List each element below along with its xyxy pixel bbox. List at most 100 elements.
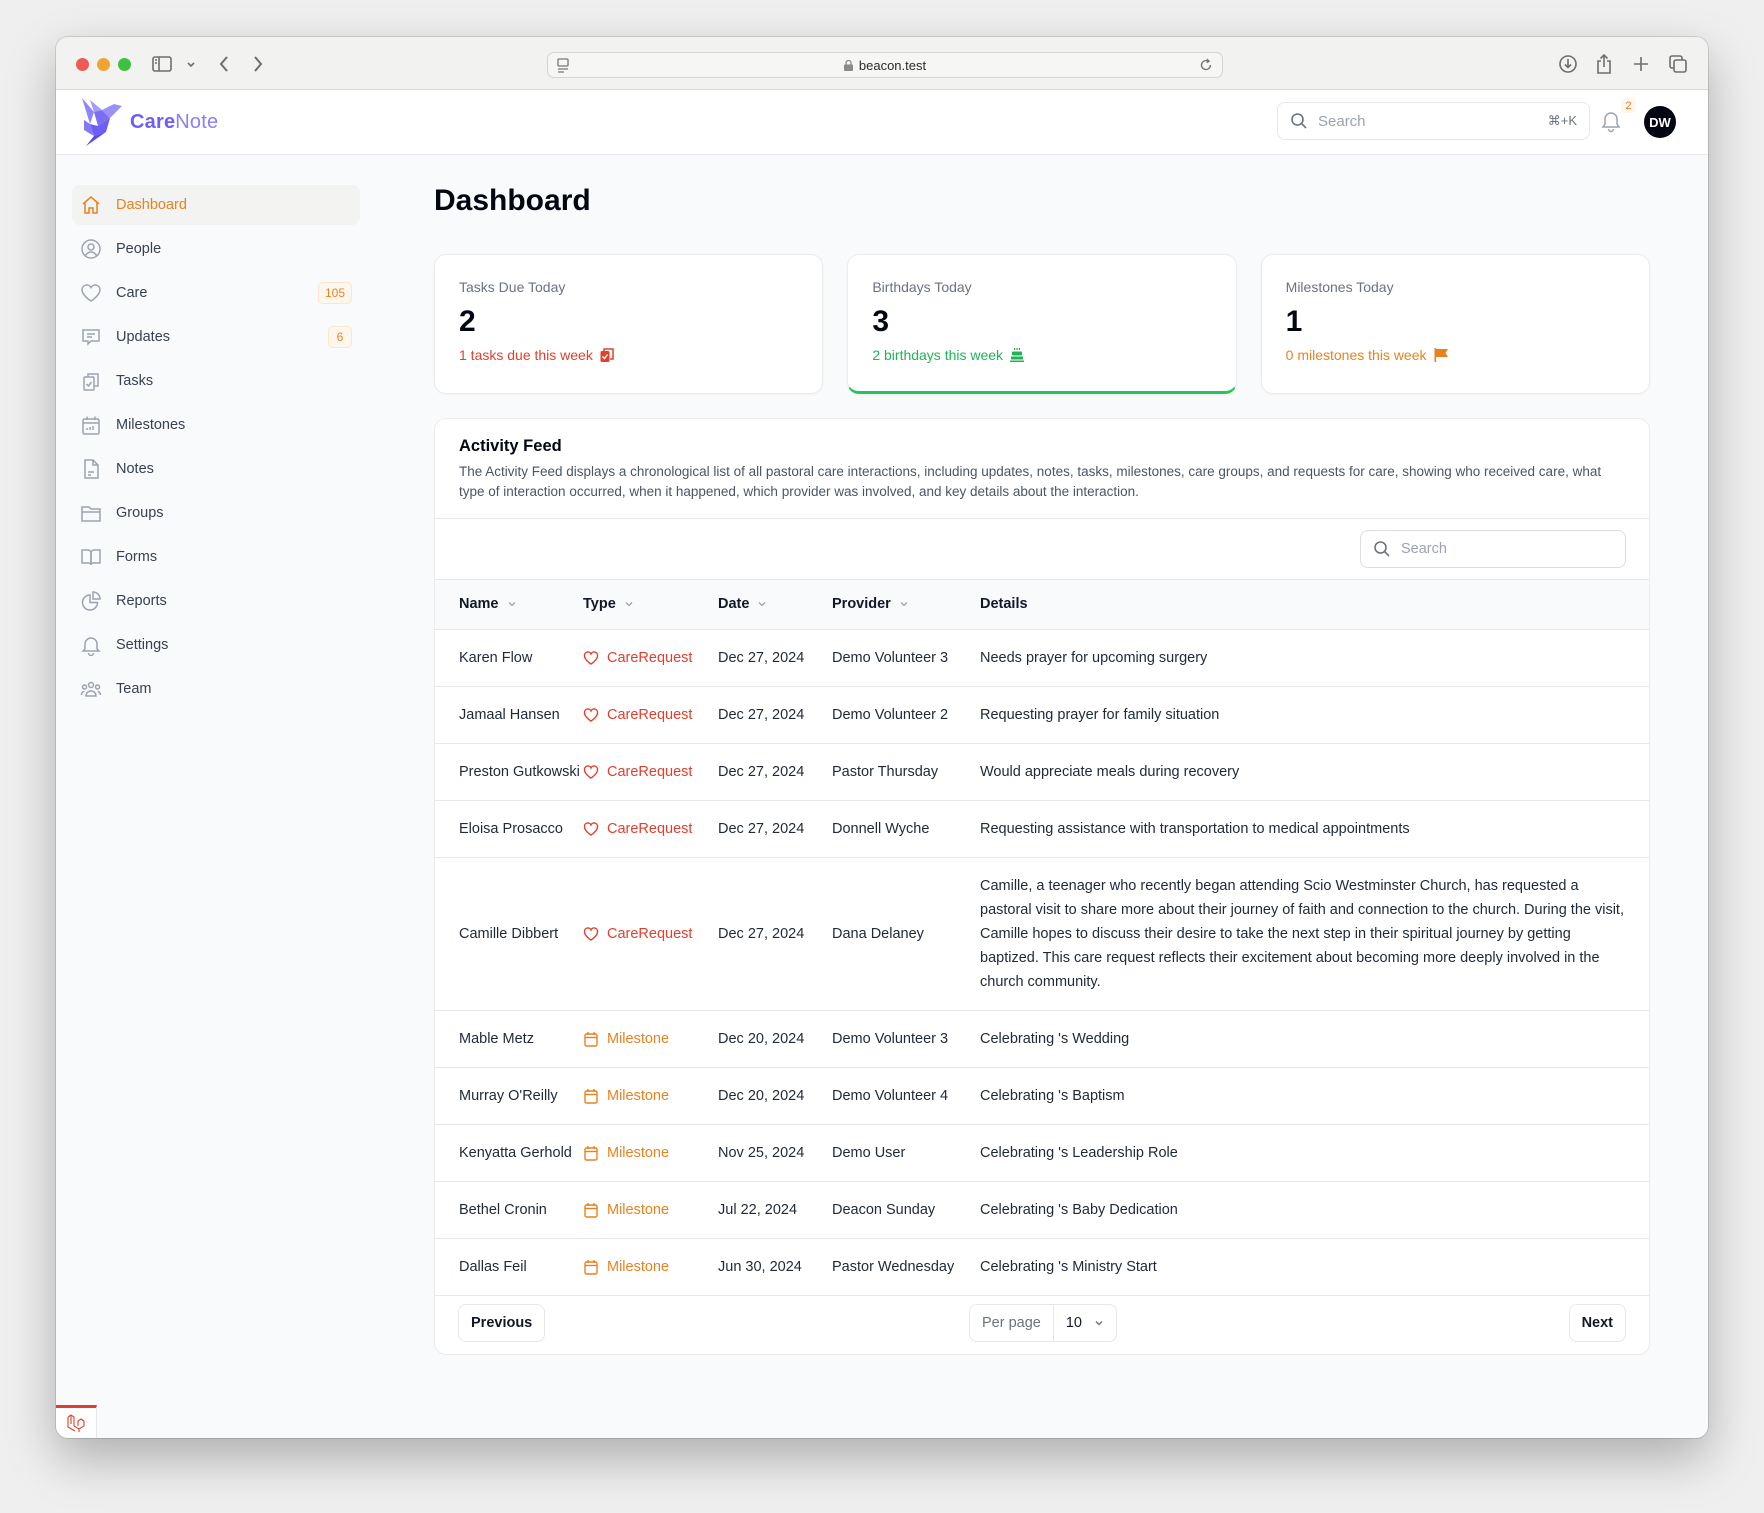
type-label: CareRequest (607, 649, 693, 666)
cell-type: CareRequest (583, 629, 718, 686)
cell-provider: Demo User (832, 1144, 906, 1161)
sidebar-item-groups[interactable]: Groups (72, 493, 360, 533)
cell-type: Milestone (583, 1124, 718, 1181)
app-name: CareNote (130, 111, 218, 134)
heart-icon (80, 282, 102, 304)
clipboard-check-icon (80, 370, 102, 392)
sidebar-item-people[interactable]: People (72, 229, 360, 269)
cell-type: CareRequest (583, 686, 718, 743)
close-window-button[interactable] (76, 58, 89, 71)
debugbar-toggle[interactable] (56, 1405, 97, 1438)
per-page-value-wrap[interactable]: 10 (1054, 1315, 1116, 1331)
maximize-window-button[interactable] (118, 58, 131, 71)
folder-icon (80, 502, 102, 524)
activity-feed: Activity Feed The Activity Feed displays… (434, 418, 1650, 1355)
column-header-type[interactable]: Type (583, 580, 718, 629)
column-header-date[interactable]: Date (718, 580, 832, 629)
sidebar-item-care[interactable]: Care 105 (72, 273, 360, 313)
cake-icon (1010, 348, 1025, 362)
sidebar-item-team[interactable]: Team (72, 669, 360, 709)
type-label: CareRequest (607, 763, 693, 780)
chevron-down-icon[interactable] (186, 53, 196, 75)
cell-details: Camille, a teenager who recently began a… (980, 877, 1624, 990)
calendar-icon (583, 1031, 599, 1047)
sidebar-toggle-icon[interactable] (152, 53, 172, 75)
column-header-name[interactable]: Name (435, 580, 583, 629)
cell-details: Needs prayer for upcoming surgery (980, 649, 1208, 666)
sidebar-item-label: Dashboard (116, 197, 187, 213)
sort-chevron-icon (625, 602, 633, 607)
table-row[interactable]: Preston Gutkowski CareRequest Dec 27, 2024… (435, 743, 1649, 800)
calendar-icon (583, 1145, 599, 1161)
sidebar-item-label: Team (116, 681, 152, 697)
table-search-input[interactable]: Search (1360, 530, 1626, 568)
table-row[interactable]: Bethel Cronin Milestone Jul 22, 2024 Deacon… (435, 1181, 1649, 1238)
next-page-button[interactable]: Next (1568, 1304, 1626, 1342)
reader-icon[interactable] (556, 58, 570, 77)
table-row[interactable]: Karen Flow CareRequest Dec 27, 2024 Demo Vo… (435, 629, 1649, 686)
global-search-input[interactable]: Search ⌘+K (1277, 102, 1590, 140)
app-name-light: Note (175, 110, 219, 133)
heart-icon (583, 821, 599, 837)
chat-bubble-icon (80, 326, 102, 348)
type-label: CareRequest (607, 820, 693, 837)
stat-subtext: 0 milestones this week (1286, 347, 1625, 363)
logo[interactable]: CareNote (80, 96, 218, 148)
stat-value: 2 (459, 305, 476, 338)
sidebar-item-milestones[interactable]: Milestones (72, 405, 360, 445)
sidebar-item-tasks[interactable]: Tasks (72, 361, 360, 401)
cell-provider: Pastor Thursday (832, 763, 939, 780)
tabs-overview-icon[interactable] (1668, 53, 1688, 75)
table-row[interactable]: Murray O'Reilly Milestone Dec 20, 2024 Demo… (435, 1067, 1649, 1124)
heart-icon (583, 650, 599, 666)
table-row[interactable]: Camille Dibbert CareRequest Dec 27, 2024 Da… (435, 857, 1649, 1010)
cell-name: Jamaal Hansen (459, 706, 560, 723)
per-page-select[interactable]: Per page 10 (969, 1304, 1117, 1342)
sidebar-item-settings[interactable]: Settings (72, 625, 360, 665)
table-row[interactable]: Dallas Feil Milestone Jun 30, 2024 Pastor W… (435, 1238, 1649, 1295)
sidebar-item-updates[interactable]: Updates 6 (72, 317, 360, 357)
table-row[interactable]: Jamaal Hansen CareRequest Dec 27, 2024 Demo… (435, 686, 1649, 743)
share-icon[interactable] (1595, 53, 1613, 75)
cell-details: Celebrating 's Ministry Start (980, 1258, 1157, 1275)
user-group-icon (80, 678, 102, 700)
table-row[interactable]: Mable Metz Milestone Dec 20, 2024 Demo Volu… (435, 1010, 1649, 1067)
cell-details: Requesting assistance with transportatio… (980, 820, 1410, 837)
clipboard-icon (600, 348, 614, 362)
laravel-logo-icon (67, 1414, 85, 1432)
column-label: Date (718, 596, 750, 613)
pagination: Previous Per page 10 Next (435, 1292, 1649, 1354)
column-label: Details (980, 596, 1028, 613)
cell-name: Camille Dibbert (459, 925, 559, 942)
stat-value: 1 (1285, 305, 1303, 338)
stat-card-tasks[interactable]: Tasks Due Today 2 1 tasks due this week (434, 254, 824, 394)
back-icon[interactable] (218, 53, 230, 75)
stat-card-milestones[interactable]: Milestones Today 1 0 milestones this wee… (1260, 254, 1650, 394)
chart-pie-icon (80, 590, 102, 612)
cell-name: Karen Flow (459, 649, 533, 666)
cell-date: Dec 27, 2024 (718, 706, 805, 723)
sidebar-item-dashboard[interactable]: Dashboard (72, 185, 360, 225)
stat-card-birthdays[interactable]: Birthdays Today 3 2 birthdays this week (847, 254, 1237, 394)
notifications-button[interactable] (1600, 109, 1622, 138)
address-bar[interactable]: beacon.test (547, 52, 1223, 78)
minimize-window-button[interactable] (97, 58, 110, 71)
forward-icon[interactable] (252, 53, 264, 75)
sidebar-nav: Dashboard People Care 105 Updates 6 Task… (72, 185, 360, 713)
reload-icon[interactable] (1198, 57, 1214, 76)
download-icon[interactable] (1558, 53, 1578, 75)
previous-page-button[interactable]: Previous (458, 1304, 546, 1342)
sidebar-item-reports[interactable]: Reports (72, 581, 360, 621)
sidebar-item-notes[interactable]: Notes (72, 449, 360, 489)
user-circle-icon (80, 238, 102, 260)
heart-icon (583, 926, 599, 942)
sort-chevron-icon (900, 602, 908, 607)
stat-subtext-label: 1 tasks due this week (459, 347, 593, 363)
column-header-provider[interactable]: Provider (832, 580, 980, 629)
new-tab-icon[interactable] (1632, 53, 1650, 75)
user-avatar[interactable]: DW (1644, 106, 1676, 138)
cell-provider: Demo Volunteer 4 (832, 1087, 949, 1104)
sidebar-item-forms[interactable]: Forms (72, 537, 360, 577)
table-row[interactable]: Kenyatta Gerhold Milestone Nov 25, 2024 Dem… (435, 1124, 1649, 1181)
table-row[interactable]: Eloisa Prosacco CareRequest Dec 27, 2024 Do… (435, 800, 1649, 857)
